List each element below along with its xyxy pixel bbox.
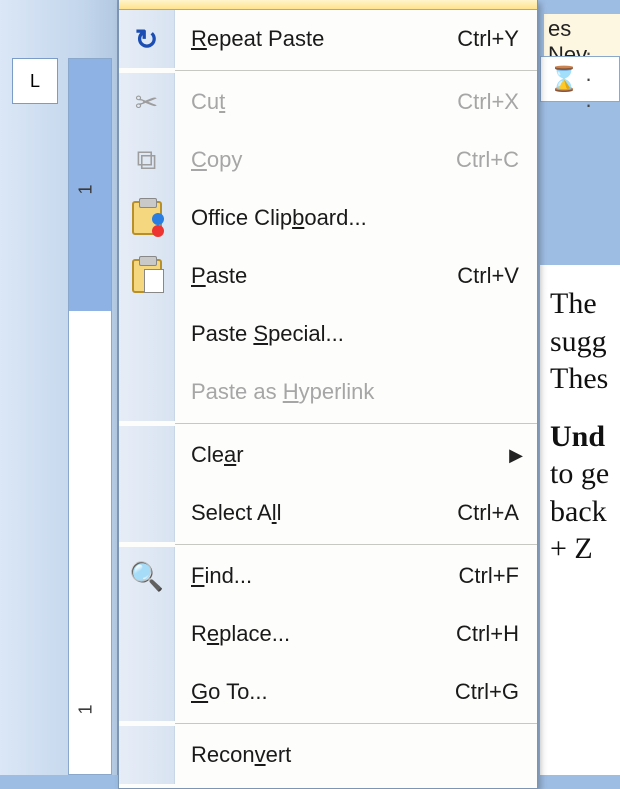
menu-item-label: Copy xyxy=(175,147,456,173)
menu-icon-gutter: ✂ xyxy=(119,73,175,131)
menu-item-shortcut: Ctrl+A xyxy=(457,500,537,526)
menu-icon-gutter xyxy=(119,426,175,484)
menu-icon-gutter xyxy=(119,605,175,663)
clipboard-icon xyxy=(130,201,164,235)
menu-item-shortcut: Ctrl+V xyxy=(457,263,537,289)
menu-item-clear[interactable]: Clear▶ xyxy=(119,426,537,484)
menu-item-label: Select All xyxy=(175,500,457,526)
menu-item-repeat[interactable]: ↻ Repeat PasteCtrl+Y xyxy=(119,10,537,68)
menu-item-label: Paste xyxy=(175,263,457,289)
menu-item-shortcut: Ctrl+C xyxy=(456,147,537,173)
menu-item-label: Clear xyxy=(175,442,537,468)
menu-item-shortcut: Ctrl+H xyxy=(456,621,537,647)
doc-line: back xyxy=(550,493,620,531)
menu-item-label: Office Clipboard... xyxy=(175,205,537,231)
menu-item-label: Paste as Hyperlink xyxy=(175,379,537,405)
repeat-icon: ↻ xyxy=(130,22,164,56)
menu-item-label: Reconvert xyxy=(175,742,537,768)
menu-item-selall[interactable]: Select AllCtrl+A xyxy=(119,484,537,542)
menu-top-highlight xyxy=(119,0,537,10)
doc-line: to ge xyxy=(550,455,620,493)
menu-item-label: Repeat Paste xyxy=(175,26,457,52)
menu-item-reconv[interactable]: Reconvert xyxy=(119,726,537,784)
menu-separator xyxy=(175,423,537,424)
menu-item-label: Go To... xyxy=(175,679,455,705)
menu-item-phyper: Paste as Hyperlink xyxy=(119,363,537,421)
menu-item-shortcut: Ctrl+Y xyxy=(457,26,537,52)
menu-icon-gutter xyxy=(119,484,175,542)
ruler-tick: 1 xyxy=(76,704,97,714)
menu-item-label: Find... xyxy=(175,563,459,589)
submenu-arrow-icon: ▶ xyxy=(509,445,523,466)
indent-marker-icon[interactable]: ⌛ xyxy=(549,65,579,94)
menu-separator xyxy=(175,723,537,724)
vertical-ruler[interactable]: 1 1 xyxy=(68,58,112,775)
menu-icon-gutter xyxy=(119,305,175,363)
menu-icon-gutter: 🔍 xyxy=(119,547,175,605)
menu-item-shortcut: Ctrl+F xyxy=(459,563,538,589)
menu-item-replace[interactable]: Replace...Ctrl+H xyxy=(119,605,537,663)
menu-icon-gutter xyxy=(119,247,175,305)
ruler-dots: · · · xyxy=(585,40,619,118)
binoculars-icon: 🔍 xyxy=(130,559,164,593)
doc-line: sugg xyxy=(550,323,620,361)
edit-menu: ↻ Repeat PasteCtrl+Y ✂ CutCtrl+X ⧉ CopyCtrl+C… xyxy=(118,0,538,789)
menu-item-pspecial[interactable]: Paste Special... xyxy=(119,305,537,363)
menu-item-shortcut: Ctrl+G xyxy=(455,679,537,705)
menu-icon-gutter xyxy=(119,189,175,247)
menu-item-label: Paste Special... xyxy=(175,321,537,347)
menu-item-label: Cut xyxy=(175,89,457,115)
menu-icon-gutter xyxy=(119,363,175,421)
menu-item-paste[interactable]: PasteCtrl+V xyxy=(119,247,537,305)
copy-icon: ⧉ xyxy=(130,143,164,177)
menu-icon-gutter xyxy=(119,663,175,721)
menu-icon-gutter xyxy=(119,726,175,784)
tab-selector[interactable]: L xyxy=(12,58,58,104)
ruler-tick: 1 xyxy=(76,184,97,194)
menu-item-cut: ✂ CutCtrl+X xyxy=(119,73,537,131)
menu-icon-gutter: ↻ xyxy=(119,10,175,68)
doc-line: Thes xyxy=(550,360,620,398)
menu-icon-gutter: ⧉ xyxy=(119,131,175,189)
doc-line: + Z xyxy=(550,530,620,568)
menu-item-shortcut: Ctrl+X xyxy=(457,89,537,115)
menu-item-find[interactable]: 🔍 Find...Ctrl+F xyxy=(119,547,537,605)
menu-item-clipboard[interactable]: Office Clipboard... xyxy=(119,189,537,247)
menu-separator xyxy=(175,70,537,71)
document-body-fragment: The sugg Thes Und to ge back + Z xyxy=(540,265,620,775)
menu-separator xyxy=(175,544,537,545)
scissors-icon: ✂ xyxy=(130,85,164,119)
menu-item-goto[interactable]: Go To...Ctrl+G xyxy=(119,663,537,721)
doc-line: Und xyxy=(550,418,620,456)
paste-icon xyxy=(130,259,164,293)
menu-item-label: Replace... xyxy=(175,621,456,647)
horizontal-ruler-fragment[interactable]: ⌛ · · · xyxy=(540,56,620,102)
doc-line: The xyxy=(550,285,620,323)
menu-item-copy: ⧉ CopyCtrl+C xyxy=(119,131,537,189)
